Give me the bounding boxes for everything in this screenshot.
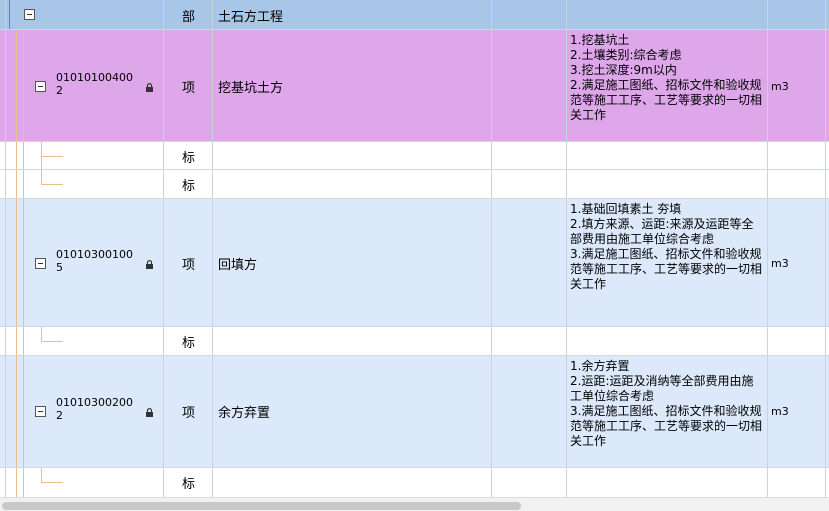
item-unit: m3 xyxy=(771,257,789,270)
row-name: 余方弃置 xyxy=(218,406,271,421)
minus-box-icon[interactable] xyxy=(24,9,35,20)
item-features: 1.基础回填素土 夯填 2.填方来源、运距:来源及运距等全部费用由施工单位综合考… xyxy=(570,202,763,291)
item-code: 010101004002 xyxy=(56,71,133,97)
row-kind: 项 xyxy=(182,258,196,273)
table-row-standard[interactable]: 标 xyxy=(0,142,829,170)
table-row-item[interactable]: 010101004002 项 挖基坑土方 1.挖基坑土 2.土壤类别:综合考虑 … xyxy=(0,30,829,142)
table-row-item[interactable]: 010103002002 项 余方弃置 1.余方弃置 2.运距:运距及消纳等全部… xyxy=(0,356,829,468)
bill-grid: 部 土石方工程 010101004002 项 挖基坑土方 1.挖基坑土 2.土壤… xyxy=(0,0,829,497)
row-kind: 项 xyxy=(182,406,196,421)
table-row-section[interactable]: 部 土石方工程 xyxy=(0,0,829,30)
minus-box-icon[interactable] xyxy=(35,406,46,417)
lock-icon xyxy=(146,260,153,269)
table-row-standard[interactable]: 标 xyxy=(0,468,829,497)
row-kind: 标 xyxy=(182,336,196,351)
item-unit: m3 xyxy=(771,80,789,93)
lock-icon xyxy=(146,83,153,92)
item-code: 010103002002 xyxy=(56,396,133,422)
item-features: 1.余方弃置 2.运距:运距及消纳等全部费用由施工单位综合考虑 3.满足施工图纸… xyxy=(570,359,763,448)
item-unit: m3 xyxy=(771,405,789,418)
row-kind: 标 xyxy=(182,477,196,492)
table-row-standard[interactable]: 标 xyxy=(0,327,829,356)
row-kind: 标 xyxy=(182,179,196,194)
row-name: 回填方 xyxy=(218,258,258,273)
lock-icon xyxy=(146,408,153,417)
minus-box-icon[interactable] xyxy=(35,258,46,269)
minus-box-icon[interactable] xyxy=(35,81,46,92)
row-name: 土石方工程 xyxy=(218,10,284,25)
table-row-standard[interactable]: 标 xyxy=(0,170,829,199)
item-features: 1.挖基坑土 2.土壤类别:综合考虑 3.挖土深度:9m以内 2.满足施工图纸、… xyxy=(570,33,763,122)
horizontal-scrollbar[interactable] xyxy=(0,497,829,511)
item-code: 010103001005 xyxy=(56,248,133,274)
scrollbar-thumb[interactable] xyxy=(2,502,521,510)
row-kind: 项 xyxy=(182,81,196,96)
table-row-item[interactable]: 010103001005 项 回填方 1.基础回填素土 夯填 2.填方来源、运距… xyxy=(0,199,829,327)
row-name: 挖基坑土方 xyxy=(218,81,284,96)
row-kind: 部 xyxy=(182,10,196,25)
row-kind: 标 xyxy=(182,151,196,166)
